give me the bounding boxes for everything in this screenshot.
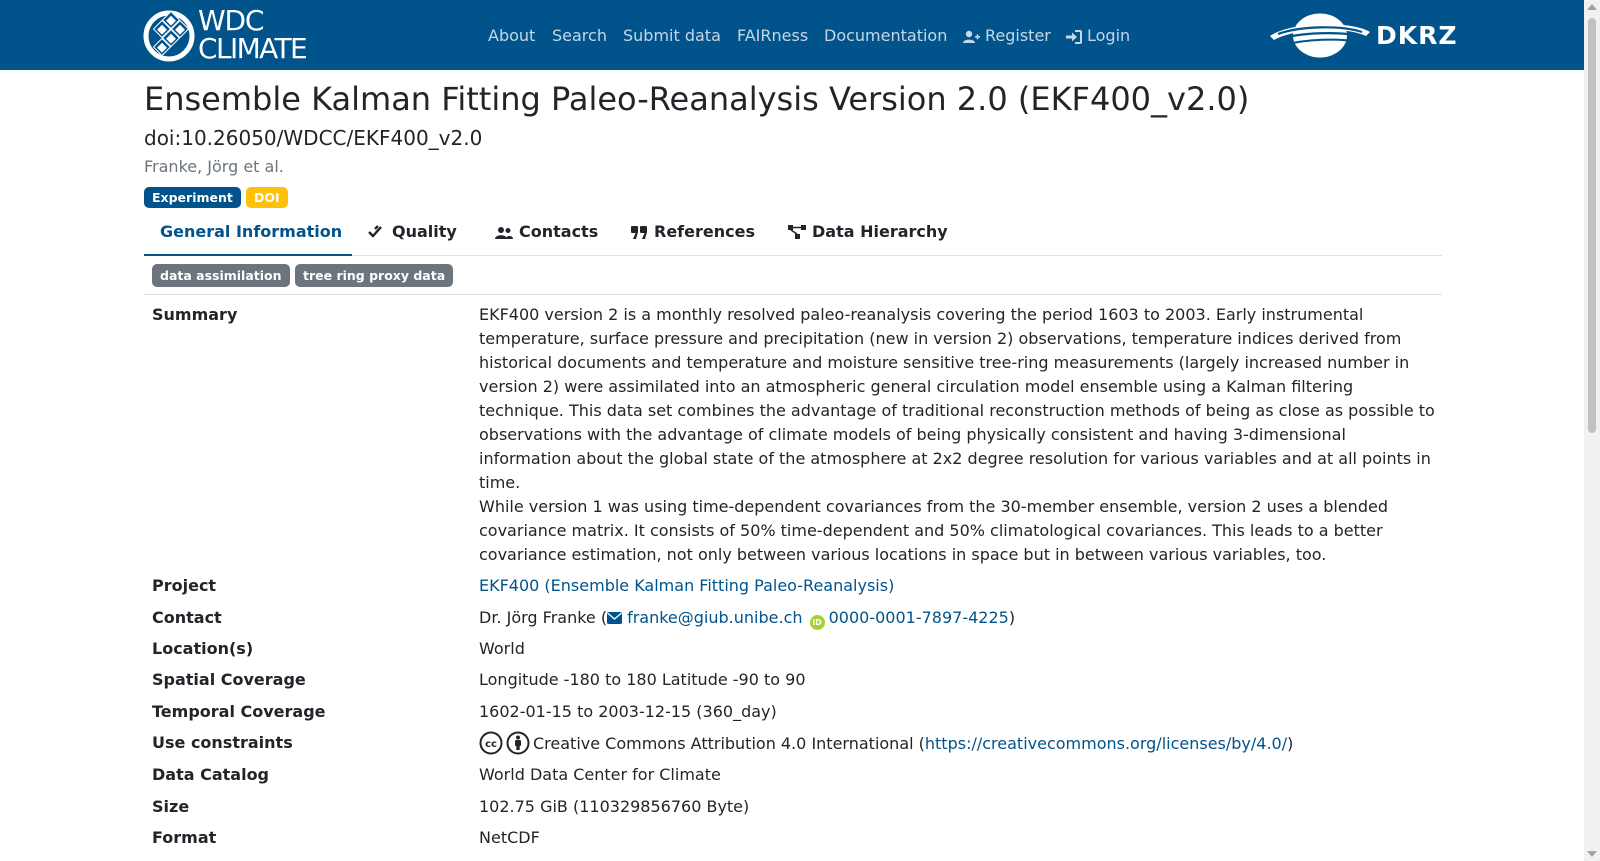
format-label: Format (152, 828, 217, 847)
tab-general-information-label: General Information (160, 222, 343, 241)
temporal-coverage-label: Temporal Coverage (152, 702, 326, 721)
license-close-paren: ) (1287, 734, 1294, 753)
temporal-coverage-value: 1602-01-15 to 2003-12-15 (360_day) (479, 702, 777, 721)
location-value: World (479, 639, 525, 658)
size-label: Size (152, 797, 190, 816)
wdc-climate-logo[interactable]: WDC CLIMATE (143, 7, 333, 65)
data-catalog-value: World Data Center for Climate (479, 765, 721, 784)
attribution-icon (506, 731, 530, 755)
keyword-badge[interactable]: tree ring proxy data (295, 264, 454, 287)
top-navbar: WDC CLIMATE About Search Submit data FAI… (0, 0, 1584, 70)
scroll-thumb[interactable] (1588, 18, 1596, 433)
doi-badge: DOI (246, 187, 288, 208)
summary-value: EKF400 version 2 is a monthly resolved p… (479, 303, 1439, 567)
contact-label: Contact (152, 608, 222, 627)
orcid-icon: iD (809, 615, 825, 630)
users-icon (495, 227, 513, 239)
use-constraints-label: Use constraints (152, 733, 293, 752)
nav-submit-data[interactable]: Submit data (623, 24, 721, 48)
tab-references-label: References (654, 222, 755, 241)
contact-orcid-link[interactable]: 0000-0001-7897-4225 (829, 608, 1009, 627)
license-link[interactable]: https://creativecommons.org/licenses/by/… (925, 734, 1287, 753)
tab-quality-label: Quality (392, 222, 457, 241)
summary-paragraph-2: While version 1 was using time-dependent… (479, 497, 1388, 564)
nav-about[interactable]: About (488, 24, 535, 48)
envelope-icon (607, 612, 623, 624)
tab-quality[interactable]: Quality (368, 218, 457, 256)
dkrz-logo[interactable]: DKRZ (1270, 12, 1457, 59)
contact-name: Dr. Jörg Franke ( (479, 608, 608, 627)
check-double-icon (368, 225, 384, 238)
nav-register-label: Register (985, 26, 1051, 45)
spatial-coverage-label: Spatial Coverage (152, 670, 306, 689)
nav-fairness[interactable]: FAIRness (737, 24, 808, 48)
project-link[interactable]: EKF400 (Ensemble Kalman Fitting Paleo-Re… (479, 576, 894, 595)
scroll-up-arrow-icon[interactable] (1587, 4, 1597, 10)
contact-value: Dr. Jörg Franke ( franke@giub.unibe.ch iD… (479, 606, 1439, 630)
use-constraints-value: cc Creative Commons Attribution 4.0 Inte… (479, 731, 1439, 756)
svg-text:cc: cc (485, 739, 497, 750)
brand-line-2: CLIMATE (198, 32, 308, 65)
dkrz-emblem-icon (1270, 13, 1370, 58)
doi-identifier: doi:10.26050/WDCC/EKF400_v2.0 (144, 126, 483, 150)
summary-row: Summary EKF400 version 2 is a monthly re… (144, 303, 1442, 565)
page-title: Ensemble Kalman Fitting Paleo-Reanalysis… (144, 80, 1250, 118)
license-name: Creative Commons Attribution 4.0 Interna… (533, 734, 925, 753)
nav-login[interactable]: Login (1066, 24, 1130, 48)
nav-documentation[interactable]: Documentation (824, 24, 947, 48)
scroll-down-arrow-icon[interactable] (1587, 851, 1597, 857)
contact-email-link[interactable]: franke@giub.unibe.ch (627, 608, 802, 627)
brand-name: WDC CLIMATE (198, 7, 308, 65)
dkrz-name: DKRZ (1376, 21, 1458, 50)
creative-commons-icon: cc (479, 731, 503, 755)
size-value: 102.75 GiB (110329856760 Byte) (479, 797, 750, 816)
nav-login-label: Login (1087, 26, 1131, 45)
data-catalog-label: Data Catalog (152, 765, 270, 784)
contact-close-paren: ) (1008, 608, 1016, 627)
nav-search[interactable]: Search (552, 24, 607, 48)
location-label: Location(s) (152, 639, 254, 658)
tab-data-hierarchy[interactable]: Data Hierarchy (788, 218, 948, 256)
hierarchy-icon (788, 225, 806, 239)
keyword-list: data assimilation tree ring proxy data (144, 256, 1442, 295)
sign-in-icon (1066, 30, 1082, 44)
keyword-badge[interactable]: data assimilation (152, 264, 290, 287)
tab-contacts-label: Contacts (519, 222, 599, 241)
summary-label: Summary (152, 305, 238, 324)
project-label: Project (152, 576, 217, 595)
authors: Franke, Jörg et al. (144, 157, 284, 176)
tab-general-information[interactable]: General Information (144, 218, 352, 256)
quote-icon (631, 226, 647, 239)
summary-paragraph-1: EKF400 version 2 is a monthly resolved p… (479, 305, 1435, 492)
tab-contacts[interactable]: Contacts (495, 218, 598, 256)
experiment-badge: Experiment (144, 187, 241, 208)
user-plus-icon (963, 30, 980, 43)
page-scrollbar[interactable] (1584, 0, 1600, 861)
nav-register[interactable]: Register (963, 24, 1051, 48)
detail-tabs: General Information Quality Contacts Ref… (144, 218, 1442, 256)
spatial-coverage-value: Longitude -180 to 180 Latitude -90 to 90 (479, 670, 806, 689)
wdc-globe-icon (143, 10, 195, 62)
format-value: NetCDF (479, 828, 540, 847)
tab-references[interactable]: References (631, 218, 755, 256)
tab-data-hierarchy-label: Data Hierarchy (812, 222, 948, 241)
project-value: EKF400 (Ensemble Kalman Fitting Paleo-Re… (479, 574, 1439, 598)
